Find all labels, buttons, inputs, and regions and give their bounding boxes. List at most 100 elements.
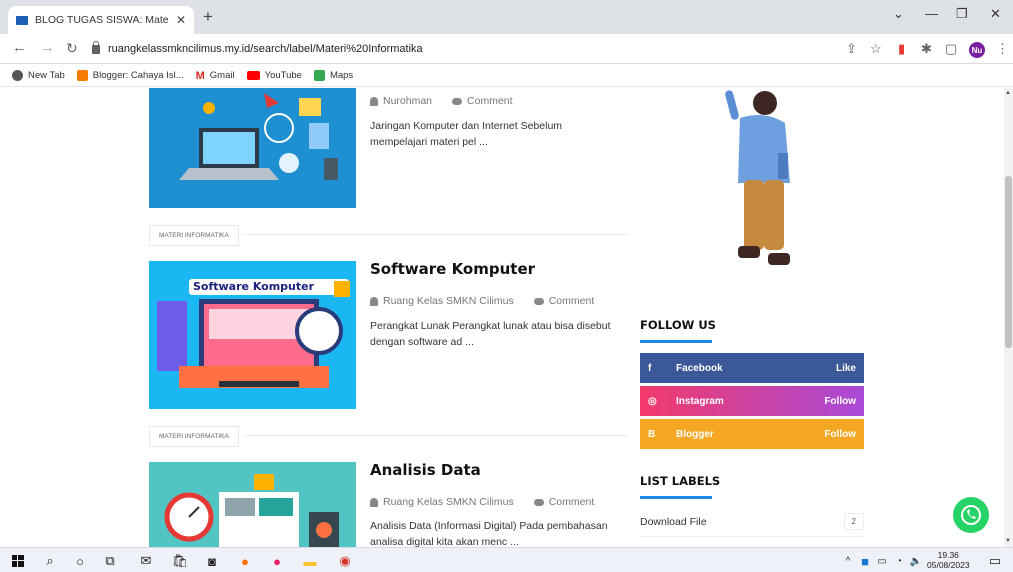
- maps-icon: [313, 70, 325, 81]
- post-author[interactable]: Ruang Kelas SMKN Cilimus: [370, 295, 514, 307]
- label-name: Download File: [640, 515, 707, 528]
- wifi-icon[interactable]: ◔: [891, 553, 907, 569]
- sidebar-illustration: [640, 88, 864, 293]
- close-window-button[interactable]: ✕: [990, 6, 1001, 22]
- post-author[interactable]: Nurohman: [370, 95, 432, 107]
- search-icon[interactable]: ⌕: [42, 553, 58, 569]
- whatsapp-button[interactable]: [953, 497, 989, 533]
- post-meta: Ruang Kelas SMKN Cilimus Comment: [370, 496, 594, 508]
- instagram-follow-button[interactable]: ◎ Instagram Follow: [640, 386, 864, 416]
- post-excerpt: Perangkat Lunak Perangkat lunak atau bis…: [370, 320, 611, 348]
- battery-icon[interactable]: ▭: [874, 553, 890, 569]
- post-title[interactable]: Software Komputer: [370, 260, 535, 278]
- back-icon[interactable]: ←: [12, 40, 27, 56]
- address-bar[interactable]: ruangkelassmkncilimus.my.id/search/label…: [92, 38, 832, 60]
- mail-icon[interactable]: ✉: [138, 553, 154, 569]
- gmail-icon: M: [195, 69, 205, 82]
- tab-search-icon[interactable]: ⌄: [893, 6, 904, 22]
- browser-tab[interactable]: BLOG TUGAS SISWA: Materi Infor ✕: [8, 6, 194, 34]
- tag-divider: [243, 234, 628, 235]
- user-icon: [370, 96, 378, 106]
- minimize-button[interactable]: —: [925, 6, 938, 21]
- share-icon[interactable]: ⇪: [846, 42, 857, 56]
- scroll-up-icon[interactable]: ▲: [1005, 90, 1011, 96]
- post-comments-link[interactable]: Comment: [533, 295, 594, 307]
- social-action: Follow: [824, 428, 856, 440]
- blogger-icon: [76, 70, 88, 81]
- windows-taskbar: ⌕ ○ ⧉ ✉ 🛍 ◙ ● ● ▬ ◉ ^ ■ ▭ ◔ 🔈 19.36 05/0…: [0, 547, 1013, 572]
- social-action: Follow: [824, 395, 856, 407]
- facebook-like-button[interactable]: f Facebook Like: [640, 353, 864, 383]
- post-author[interactable]: Ruang Kelas SMKN Cilimus: [370, 496, 514, 508]
- notification-icon[interactable]: ▭: [987, 553, 1003, 569]
- bookmark-gmail[interactable]: M Gmail: [196, 70, 235, 82]
- maximize-button[interactable]: ❐: [956, 6, 968, 22]
- youtube-icon: [246, 71, 260, 80]
- clock-date: 05/08/2023: [927, 560, 970, 570]
- bookmark-new-tab[interactable]: New Tab: [12, 70, 65, 81]
- post-comments-link[interactable]: Comment: [452, 95, 513, 107]
- label-item[interactable]: Download File 2: [640, 513, 864, 530]
- post-title[interactable]: Analisis Data: [370, 461, 481, 479]
- whatsapp-icon: [961, 505, 981, 525]
- bookmark-star-icon[interactable]: ☆: [870, 42, 882, 56]
- windows-start-icon[interactable]: [10, 553, 26, 569]
- menu-icon[interactable]: ⋮: [996, 42, 1009, 56]
- thumbnail-caption: Software Komputer: [193, 280, 315, 293]
- label-count: 2: [843, 513, 864, 530]
- page-scrollbar[interactable]: ▲ ▼: [1004, 88, 1013, 547]
- scroll-down-icon[interactable]: ▼: [1005, 538, 1011, 544]
- bookmark-label: New Tab: [28, 70, 65, 81]
- side-panel-icon[interactable]: ▢: [945, 42, 957, 56]
- social-name: Facebook: [676, 362, 723, 374]
- forward-icon[interactable]: →: [40, 40, 55, 56]
- file-explorer-icon[interactable]: ▬: [302, 553, 318, 569]
- url-text: ruangkelassmkncilimus.my.id/search/label…: [108, 43, 423, 55]
- post-thumbnail-software[interactable]: Software Komputer: [149, 261, 356, 409]
- clock-time: 19.36: [937, 550, 959, 560]
- close-tab-icon[interactable]: ✕: [176, 13, 186, 27]
- tab-title: BLOG TUGAS SISWA: Materi Infor: [35, 14, 169, 26]
- tab-strip: BLOG TUGAS SISWA: Materi Infor ✕ + ⌄ — ❐…: [0, 0, 1013, 34]
- extensions-puzzle-icon[interactable]: ✱: [921, 42, 932, 56]
- browser-toolbar: ← → ↻ ruangkelassmkncilimus.my.id/search…: [0, 34, 1013, 64]
- comment-icon: [533, 297, 544, 305]
- title-underline: [640, 340, 712, 343]
- camera-icon[interactable]: ◙: [204, 553, 220, 569]
- firefox-icon[interactable]: ●: [237, 553, 253, 569]
- tray-chevron-icon[interactable]: ^: [840, 553, 856, 569]
- post-thumbnail-analisis[interactable]: [149, 462, 356, 547]
- user-icon: [370, 497, 378, 507]
- bookmark-youtube[interactable]: YouTube: [246, 70, 302, 81]
- cortana-icon[interactable]: ○: [72, 553, 88, 569]
- social-action: Like: [835, 362, 856, 374]
- page-content: Nurohman Comment Jaringan Komputer dan I…: [0, 88, 1013, 547]
- profile-avatar[interactable]: Nu: [969, 42, 985, 58]
- post-label-tag[interactable]: MATERI INFORMATIKA: [149, 225, 239, 246]
- store-icon[interactable]: 🛍: [172, 553, 189, 569]
- taskbar-clock[interactable]: 19.36 05/08/2023: [927, 550, 970, 570]
- bookmark-blogger[interactable]: Blogger: Cahaya Isl...: [76, 70, 184, 81]
- extension-icon[interactable]: ▮: [898, 42, 905, 56]
- blogger-follow-button[interactable]: B Blogger Follow: [640, 419, 864, 449]
- post-label-tag[interactable]: MATERI INFORMATIKA: [149, 426, 239, 447]
- app-icon[interactable]: ●: [269, 553, 285, 569]
- title-underline: [640, 496, 712, 499]
- post-comments-link[interactable]: Comment: [533, 496, 594, 508]
- follow-us-title: FOLLOW US: [640, 318, 716, 332]
- post-thumbnail-network[interactable]: [149, 88, 356, 208]
- scrollbar-thumb[interactable]: [1005, 176, 1012, 348]
- instagram-icon: ◎: [648, 395, 657, 407]
- volume-icon[interactable]: 🔈: [908, 553, 924, 569]
- bookmark-maps[interactable]: Maps: [313, 70, 353, 81]
- label-divider: [640, 536, 864, 537]
- social-name: Blogger: [676, 428, 714, 440]
- task-view-icon[interactable]: ⧉: [102, 553, 118, 569]
- chrome-icon[interactable]: ◉: [337, 553, 353, 569]
- user-icon: [370, 296, 378, 306]
- new-tab-button[interactable]: +: [203, 8, 213, 26]
- comment-icon: [533, 498, 544, 506]
- reload-icon[interactable]: ↻: [66, 40, 78, 56]
- list-labels-title: LIST LABELS: [640, 474, 721, 488]
- tray-app-icon[interactable]: ■: [857, 553, 873, 569]
